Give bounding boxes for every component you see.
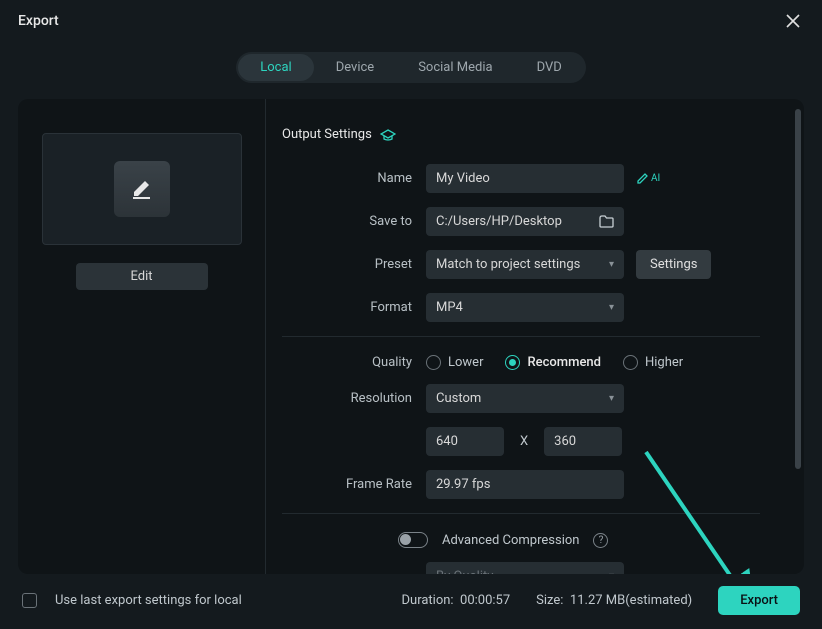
use-last-settings-label: Use last export settings for local (55, 593, 242, 608)
framerate-label: Frame Rate (282, 477, 426, 492)
size-stat: Size: 11.27 MB(estimated) (536, 593, 692, 608)
size-value: 11.27 MB(estimated) (570, 593, 692, 608)
compression-mode-value: By Quality (436, 569, 493, 574)
framerate-select[interactable]: 29.97 fps (426, 470, 624, 499)
folder-icon[interactable] (599, 215, 614, 228)
duration-stat: Duration: 00:00:57 (402, 593, 511, 608)
quality-label: Quality (282, 355, 426, 370)
titlebar: Export (0, 0, 822, 38)
radio-icon (623, 355, 638, 370)
chevron-down-icon: ▾ (609, 302, 614, 313)
height-input[interactable] (544, 427, 622, 456)
ai-name-button[interactable]: AI (636, 172, 660, 185)
main-panel: Edit Output Settings Name AI Save to (18, 99, 804, 574)
tab-dvd[interactable]: DVD (515, 54, 584, 81)
radio-icon (505, 355, 520, 370)
resolution-label: Resolution (282, 391, 426, 406)
resolution-select[interactable]: Custom ▾ (426, 384, 624, 413)
chevron-down-icon: ▾ (609, 259, 614, 270)
name-label: Name (282, 171, 426, 186)
preset-settings-button[interactable]: Settings (636, 250, 711, 279)
advanced-compression-label: Advanced Compression (442, 533, 579, 548)
settings-column: Output Settings Name AI Save to C:/Us (266, 99, 804, 574)
output-settings-header: Output Settings (282, 127, 760, 142)
width-input[interactable] (426, 427, 504, 456)
scrollbar[interactable] (795, 109, 801, 469)
chevron-down-icon: ▾ (609, 571, 614, 574)
preview-thumbnail (114, 161, 170, 217)
graduation-icon (380, 129, 396, 141)
preview-column: Edit (18, 99, 266, 574)
quality-recommend-radio[interactable]: Recommend (505, 355, 600, 370)
saveto-value: C:/Users/HP/Desktop (436, 214, 562, 229)
name-input[interactable] (426, 164, 624, 193)
saveto-label: Save to (282, 214, 426, 229)
preset-value: Match to project settings (436, 257, 580, 272)
tab-device[interactable]: Device (314, 54, 397, 81)
x-separator: X (516, 434, 532, 449)
close-icon (786, 14, 800, 28)
divider (282, 513, 760, 514)
advanced-compression-toggle[interactable] (398, 532, 428, 548)
format-label: Format (282, 300, 426, 315)
quality-radio-group: Lower Recommend Higher (426, 355, 683, 370)
resolution-value: Custom (436, 391, 481, 406)
size-label: Size: (536, 593, 563, 608)
divider (282, 336, 760, 337)
close-button[interactable] (782, 12, 804, 30)
export-button[interactable]: Export (718, 586, 800, 615)
pencil-icon (129, 176, 155, 202)
quality-lower-label: Lower (448, 355, 483, 370)
ai-label: AI (651, 173, 660, 184)
tab-social-media[interactable]: Social Media (396, 54, 514, 81)
compression-mode-select: By Quality ▾ (426, 562, 624, 574)
edit-button[interactable]: Edit (76, 263, 208, 290)
saveto-input[interactable]: C:/Users/HP/Desktop (426, 207, 624, 236)
footer: Use last export settings for local Durat… (0, 586, 822, 629)
use-last-settings-checkbox[interactable] (22, 593, 37, 608)
quality-higher-label: Higher (645, 355, 683, 370)
chevron-down-icon: ▾ (609, 393, 614, 404)
tab-local[interactable]: Local (238, 54, 313, 81)
framerate-value: 29.97 fps (436, 477, 490, 492)
duration-value: 00:00:57 (460, 593, 510, 608)
format-value: MP4 (436, 300, 463, 315)
help-icon[interactable]: ? (593, 533, 608, 548)
pencil-ai-icon (636, 172, 649, 185)
quality-higher-radio[interactable]: Higher (623, 355, 683, 370)
quality-recommend-label: Recommend (527, 355, 600, 370)
toggle-knob (400, 534, 411, 545)
radio-icon (426, 355, 441, 370)
video-preview (42, 133, 242, 245)
preset-label: Preset (282, 257, 426, 272)
output-settings-title: Output Settings (282, 127, 372, 142)
quality-lower-radio[interactable]: Lower (426, 355, 483, 370)
window-title: Export (18, 13, 59, 29)
preset-select[interactable]: Match to project settings ▾ (426, 250, 624, 279)
tab-bar: Local Device Social Media DVD (0, 52, 822, 83)
format-select[interactable]: MP4 ▾ (426, 293, 624, 322)
duration-label: Duration: (402, 593, 454, 608)
